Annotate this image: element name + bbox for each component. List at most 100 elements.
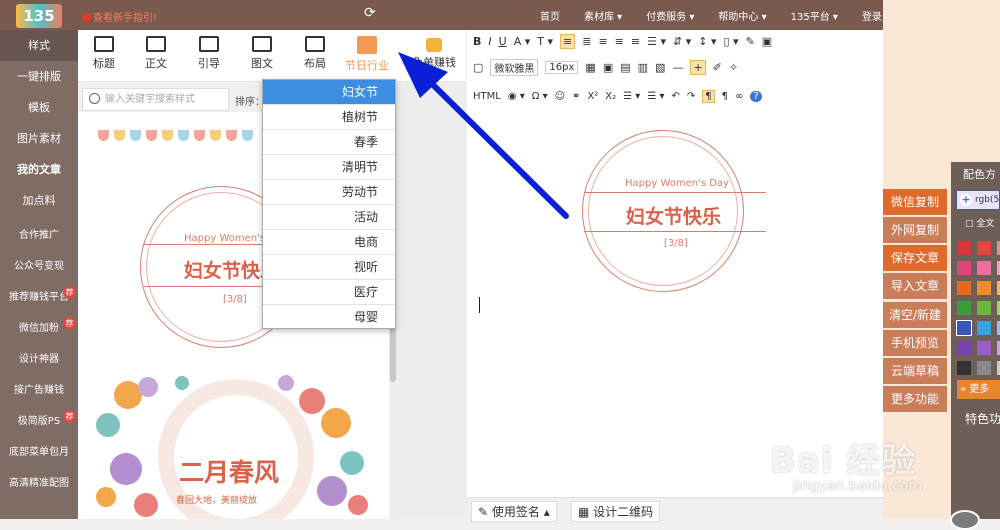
swatch[interactable] xyxy=(957,341,971,355)
nav-help[interactable]: 帮助中心 ▾ xyxy=(718,8,766,23)
font-color-button[interactable]: A ▾ xyxy=(514,35,531,48)
unordered-list-button[interactable]: ☰ ▾ xyxy=(647,91,664,102)
indent-button[interactable]: ≡ xyxy=(631,35,640,48)
dropdown-item-media[interactable]: 视听 xyxy=(263,255,395,280)
sidebar-item-one-click[interactable]: 一键排版 xyxy=(0,61,78,92)
external-copy-button[interactable]: 外网复制 xyxy=(883,217,947,243)
dropdown-item-arbor-day[interactable]: 植树节 xyxy=(263,105,395,130)
dropdown-item-labor-day[interactable]: 劳动节 xyxy=(263,180,395,205)
ltr-button[interactable]: ¶ xyxy=(702,89,715,103)
ordered-list-button[interactable]: ☰ ▾ xyxy=(623,91,640,102)
dropdown-item-events[interactable]: 活动 xyxy=(263,205,395,230)
nav-material[interactable]: 素材库 ▾ xyxy=(584,8,622,23)
earn-button[interactable]: 免单赚钱 xyxy=(405,38,463,70)
insert-icon[interactable]: + xyxy=(690,59,706,75)
align-right-button[interactable]: ≡ xyxy=(598,35,607,48)
tab-guide[interactable]: 引导 xyxy=(185,36,233,71)
swatch[interactable] xyxy=(957,241,971,255)
word-icon[interactable]: ▤ xyxy=(620,61,630,74)
superscript-button[interactable]: X² xyxy=(587,91,598,102)
swatch[interactable] xyxy=(977,341,991,355)
line-height-button[interactable]: ↕ ▾ xyxy=(698,35,716,48)
tab-title[interactable]: 标题 xyxy=(80,36,128,71)
sidebar-item-ps[interactable]: 极简版PS 荐 xyxy=(0,406,78,437)
emoji-icon[interactable]: ☺ xyxy=(555,91,565,102)
swatch[interactable] xyxy=(977,301,991,315)
sidebar-item-referral[interactable]: 推荐赚钱平台荐 xyxy=(0,282,78,313)
magic-icon[interactable]: ✧ xyxy=(729,61,738,74)
nav-home[interactable]: 首页 xyxy=(540,8,560,23)
sidebar-item-cooperation[interactable]: 合作推广 xyxy=(0,220,78,251)
sidebar-item-monetize[interactable]: 公众号变现 xyxy=(0,251,78,282)
sidebar-item-my-articles[interactable]: 我的文章 xyxy=(0,154,78,185)
sort-label[interactable]: 排序： xyxy=(235,93,265,108)
sidebar-item-extras[interactable]: 加点料 xyxy=(0,185,78,216)
refresh-icon[interactable]: ⟳ xyxy=(364,5,376,21)
tab-image-text[interactable]: 图文 xyxy=(238,36,286,71)
tab-festival-industry[interactable]: 节日行业 xyxy=(343,36,391,73)
align-center-button[interactable]: ≣ xyxy=(582,35,591,48)
sidebar-item-followers[interactable]: 微信加粉荐 xyxy=(0,313,78,344)
more-colors-button[interactable]: » 更多 xyxy=(957,380,1000,399)
tab-layout[interactable]: 布局 xyxy=(291,36,339,71)
sidebar-item-template[interactable]: 模板 xyxy=(0,92,78,123)
template-spring[interactable]: 二月春风 春回大地，美丽绽放 xyxy=(86,373,386,530)
logo[interactable]: 135 xyxy=(16,4,62,28)
nav-platform[interactable]: 135平台 ▾ xyxy=(791,8,838,23)
swatch[interactable] xyxy=(956,320,972,336)
video-icon[interactable]: ▥ xyxy=(638,61,648,74)
font-family-select[interactable]: 微软雅黑 xyxy=(490,58,539,76)
eraser-icon[interactable]: ✎ xyxy=(746,35,755,48)
html-button[interactable]: HTML xyxy=(473,91,501,102)
bg-color-button[interactable]: T ▾ xyxy=(537,35,553,48)
cloud-draft-button[interactable]: 云端草稿 xyxy=(883,358,947,384)
more-functions-button[interactable]: 更多功能 xyxy=(883,386,947,412)
sidebar-item-style[interactable]: 样式 xyxy=(0,30,78,61)
sidebar-item-hd-images[interactable]: 高清精准配图 xyxy=(0,468,78,499)
rtl-button[interactable]: ¶ xyxy=(722,91,728,102)
spacing-button[interactable]: ⇵ ▾ xyxy=(673,35,691,48)
preview-icon[interactable]: ▣ xyxy=(762,35,772,48)
help-icon[interactable]: ? xyxy=(750,90,762,102)
brush-icon[interactable]: ✐ xyxy=(713,61,722,74)
symbol-button[interactable]: Ω ▾ xyxy=(532,91,548,102)
link-icon[interactable]: ⚭ xyxy=(572,91,580,102)
underline-button[interactable]: U xyxy=(499,35,507,48)
save-article-button[interactable]: 保存文章 xyxy=(883,245,947,271)
swatch[interactable] xyxy=(957,281,971,295)
color-input[interactable]: + rgb(5 xyxy=(956,190,1000,210)
align-left-button[interactable]: ≡ xyxy=(560,33,576,49)
align-justify-button[interactable]: ≡ xyxy=(615,35,624,48)
anchor-button[interactable]: ◉ ▾ xyxy=(508,91,525,102)
search-input[interactable]: 输入关键字搜索样式 xyxy=(82,88,229,111)
wechat-copy-button[interactable]: 微信复制 xyxy=(883,189,947,215)
dropdown-item-spring[interactable]: 春季 xyxy=(263,130,395,155)
redo-icon[interactable]: ↷ xyxy=(687,91,695,102)
import-article-button[interactable]: 导入文章 xyxy=(883,273,947,299)
subscript-button[interactable]: X₂ xyxy=(605,91,616,102)
editor-area[interactable]: B I U A ▾ T ▾ ≡ ≣ ≡ ≡ ≡ ☰ ▾ ⇵ ▾ ↕ ▾ ▯ ▾ … xyxy=(467,30,883,497)
dropdown-item-maternal[interactable]: 母婴 xyxy=(263,305,395,330)
undo-icon[interactable]: ↶ xyxy=(672,91,680,102)
dropdown-item-qingming[interactable]: 清明节 xyxy=(263,155,395,180)
swatch[interactable] xyxy=(977,261,991,275)
special-functions-label[interactable]: 特色功 xyxy=(965,410,1000,427)
bold-button[interactable]: B xyxy=(473,35,481,48)
avatar[interactable] xyxy=(950,510,980,530)
table-icon[interactable]: ▦ xyxy=(585,61,595,74)
swatch[interactable] xyxy=(977,361,991,375)
mobile-preview-button[interactable]: 手机预览 xyxy=(883,330,947,356)
divider-icon[interactable]: — xyxy=(672,61,683,74)
doc-icon[interactable]: ▢ xyxy=(473,61,483,74)
image-icon[interactable]: ▣ xyxy=(603,61,613,74)
music-icon[interactable]: ▧ xyxy=(655,61,665,74)
sidebar-item-design-tool[interactable]: 设计神器 xyxy=(0,344,78,375)
tab-body[interactable]: 正文 xyxy=(132,36,180,71)
italic-button[interactable]: I xyxy=(488,35,491,48)
sidebar-item-ads[interactable]: 接广告赚钱 xyxy=(0,375,78,406)
sidebar-item-menu-monthly[interactable]: 底部菜单包月 xyxy=(0,437,78,468)
swatch[interactable] xyxy=(977,241,991,255)
beginner-guide-link[interactable]: 查看新手指引! xyxy=(82,9,157,24)
nav-login[interactable]: 登录 xyxy=(862,8,882,23)
dropdown-item-ecommerce[interactable]: 电商 xyxy=(263,230,395,255)
